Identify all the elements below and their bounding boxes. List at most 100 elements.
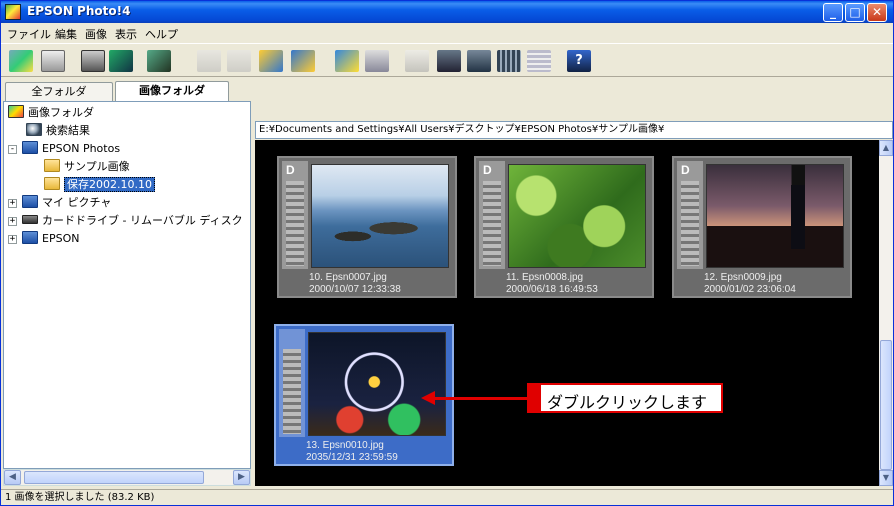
path-bar: E:¥Documents and Settings¥All Users¥デスクト… — [255, 121, 893, 139]
scroll-up-icon[interactable]: ▲ — [879, 140, 893, 156]
list-icon[interactable] — [527, 50, 551, 72]
film-strip — [279, 329, 305, 437]
maximize-button[interactable]: □ — [845, 3, 865, 22]
folder-new-icon[interactable] — [9, 50, 33, 72]
tree-item-epson[interactable]: EPSON — [22, 230, 79, 248]
menu-bar: ファイル 編集 画像 表示 ヘルプ — [1, 24, 893, 42]
tree-label: サンプル画像 — [64, 160, 130, 173]
tree-icon[interactable] — [405, 50, 429, 72]
thumbnail-filename: 10. Epsn0007.jpg — [309, 272, 387, 283]
vertical-scrollbar[interactable]: ▲ ▼ — [879, 140, 893, 486]
tree-item-sample-images[interactable]: サンプル画像 — [44, 158, 130, 176]
print-icon[interactable] — [81, 50, 105, 72]
folder-panel: 全フォルダ 画像フォルダ 画像フォルダ 検索結果 - EPSON Photos … — [3, 81, 251, 486]
horizontal-scrollbar[interactable]: ◀ ▶ — [3, 469, 251, 486]
help-icon[interactable]: ? — [567, 50, 591, 72]
menu-edit[interactable]: 編集 — [55, 26, 77, 42]
thumbnail-date: 2035/12/31 23:59:59 — [306, 452, 398, 463]
properties-icon[interactable] — [41, 50, 65, 72]
view-detail-icon[interactable] — [365, 50, 389, 72]
tree-label: EPSON Photos — [42, 142, 121, 155]
callout-arrow — [431, 397, 527, 400]
tree-label: 画像フォルダ — [28, 106, 94, 119]
tree-label: 検索結果 — [46, 124, 90, 137]
thumb-small-icon[interactable] — [497, 50, 521, 72]
tree-item-saved-2002[interactable]: 保存2002.10.10 — [44, 176, 155, 194]
folder-icon — [44, 177, 60, 190]
thumbnail-date: 2000/06/18 16:49:53 — [506, 284, 598, 295]
tree-label: EPSON — [42, 232, 80, 245]
badge: D — [681, 163, 690, 177]
album-icon[interactable] — [147, 50, 171, 72]
tree-label: カードドライブ - リムーバブル ディスク — [42, 214, 243, 227]
folder-tree: 画像フォルダ 検索結果 - EPSON Photos サンプル画像 保存2002… — [3, 101, 251, 469]
expand-toggle[interactable]: + — [8, 217, 17, 226]
window-title: EPSON Photo!4 — [27, 4, 131, 18]
tab-image-folders[interactable]: 画像フォルダ — [115, 81, 229, 101]
toolbar: ? — [1, 43, 893, 77]
drive-icon — [22, 215, 38, 224]
film-strip — [677, 161, 703, 269]
rotate-right-icon[interactable] — [227, 50, 251, 72]
minimize-button[interactable]: _ — [823, 3, 843, 22]
scroll-left-icon[interactable]: ◀ — [4, 470, 21, 485]
callout-text: ダブルクリックします — [547, 393, 708, 412]
expand-toggle[interactable]: + — [8, 199, 17, 208]
tree-label: マイ ピクチャ — [42, 196, 112, 209]
import-icon[interactable] — [259, 50, 283, 72]
view-photo-icon[interactable] — [335, 50, 359, 72]
export-icon[interactable] — [291, 50, 315, 72]
thumbnail-view: D 10. Epsn0007.jpg 2000/10/07 12:33:38 D… — [255, 140, 879, 486]
photo-thumbnail — [706, 164, 844, 268]
save-icon[interactable] — [109, 50, 133, 72]
tab-all-folders[interactable]: 全フォルダ — [5, 82, 113, 101]
badge: D — [286, 163, 295, 177]
film-strip — [479, 161, 505, 269]
tree-label-selected: 保存2002.10.10 — [64, 177, 155, 192]
menu-view[interactable]: 表示 — [115, 26, 137, 42]
collapse-toggle[interactable]: - — [8, 145, 17, 154]
thumbnail-filename: 11. Epsn0008.jpg — [506, 272, 584, 283]
close-button[interactable]: ✕ — [867, 3, 887, 22]
thumbnail-filename: 13. Epsn0010.jpg — [306, 440, 384, 451]
thumbnail-item[interactable]: D 11. Epsn0008.jpg 2000/06/18 16:49:53 — [474, 156, 654, 298]
app-icon — [5, 4, 21, 20]
photo-thumbnail — [308, 332, 446, 436]
expand-toggle[interactable]: + — [8, 235, 17, 244]
tree-item-epson-photos[interactable]: EPSON Photos — [22, 140, 120, 158]
root-folder-icon — [8, 105, 24, 118]
folder-icon — [44, 159, 60, 172]
app-window: EPSON Photo!4 _ □ ✕ ファイル 編集 画像 表示 ヘルプ ? … — [0, 0, 894, 506]
menu-help[interactable]: ヘルプ — [145, 26, 178, 42]
badge: D — [483, 163, 492, 177]
thumbnail-date: 2000/01/02 23:06:04 — [704, 284, 796, 295]
folder-icon — [22, 195, 38, 208]
thumb-large-icon[interactable] — [437, 50, 461, 72]
status-bar: 1 画像を選択しました (83.2 KB) — [1, 489, 893, 505]
tree-item-image-folder[interactable]: 画像フォルダ — [8, 104, 94, 122]
photo-thumbnail — [508, 164, 646, 268]
menu-image[interactable]: 画像 — [85, 26, 107, 42]
rotate-left-icon[interactable] — [197, 50, 221, 72]
folder-tabs: 全フォルダ 画像フォルダ — [3, 81, 251, 101]
tree-item-my-pictures[interactable]: マイ ピクチャ — [22, 194, 111, 212]
scroll-thumb[interactable] — [880, 340, 892, 470]
folder-icon — [22, 231, 38, 244]
photo-thumbnail — [311, 164, 449, 268]
thumb-medium-icon[interactable] — [467, 50, 491, 72]
scroll-down-icon[interactable]: ▼ — [879, 470, 893, 486]
scroll-thumb[interactable] — [24, 471, 204, 484]
callout-accent — [529, 385, 541, 411]
menu-file[interactable]: ファイル — [7, 26, 51, 42]
thumbnail-date: 2000/10/07 12:33:38 — [309, 284, 401, 295]
title-bar[interactable]: EPSON Photo!4 _ □ ✕ — [1, 1, 893, 23]
callout-box: ダブルクリックします — [527, 383, 723, 413]
tree-item-card-drive[interactable]: カードドライブ - リムーバブル ディスク — [22, 212, 243, 230]
tree-item-search-results[interactable]: 検索結果 — [26, 122, 90, 140]
film-strip — [282, 161, 308, 269]
folder-icon — [22, 141, 38, 154]
thumbnail-item[interactable]: D 12. Epsn0009.jpg 2000/01/02 23:06:04 — [672, 156, 852, 298]
thumbnail-filename: 12. Epsn0009.jpg — [704, 272, 782, 283]
scroll-right-icon[interactable]: ▶ — [233, 470, 250, 485]
thumbnail-item[interactable]: D 10. Epsn0007.jpg 2000/10/07 12:33:38 — [277, 156, 457, 298]
